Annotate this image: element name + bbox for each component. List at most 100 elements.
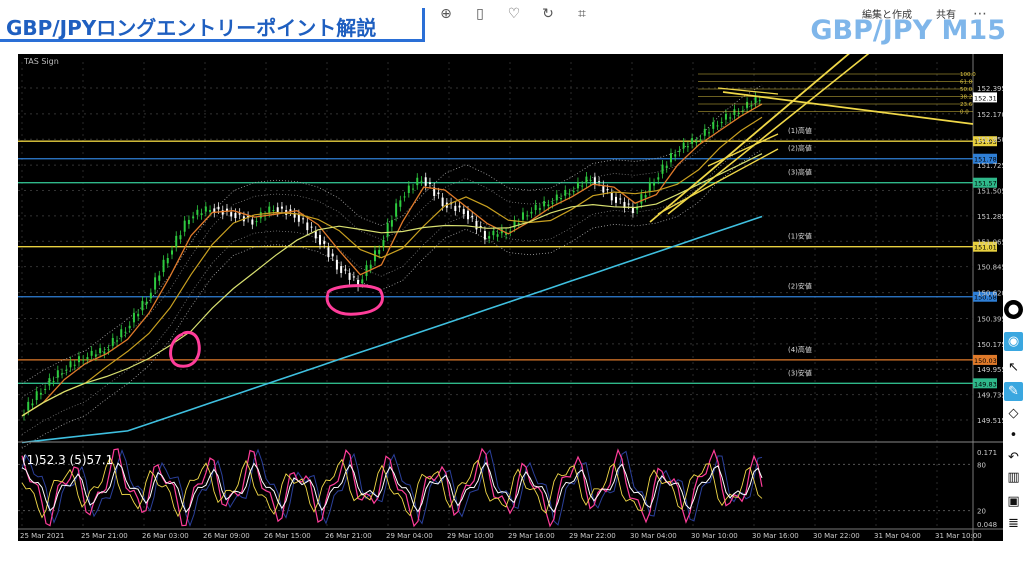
edit-label[interactable]: 編集と作成 xyxy=(862,6,912,21)
candle-body xyxy=(162,259,165,273)
x-tick-label: 29 Mar 04:00 xyxy=(386,532,433,540)
level-name: (1)安値 xyxy=(788,232,812,241)
candle-body xyxy=(77,356,80,363)
candle-body xyxy=(204,206,207,212)
candle-body xyxy=(268,206,271,213)
indicator-label: TAS Sign xyxy=(23,57,59,66)
candle-body xyxy=(589,180,592,182)
candle-body xyxy=(564,189,567,196)
dot-icon[interactable]: • xyxy=(1004,426,1023,445)
candle-body xyxy=(124,331,127,333)
candle-body xyxy=(691,138,694,144)
y-tick-label: 152.170 xyxy=(977,111,1003,119)
candle-body xyxy=(234,213,237,219)
candle-body xyxy=(137,313,140,317)
candle-body xyxy=(496,234,499,237)
candle-body xyxy=(746,101,749,108)
bulb-icon[interactable]: ● xyxy=(1004,300,1023,319)
candle-body xyxy=(661,164,664,174)
osc-tick-label: 20 xyxy=(977,508,986,516)
heart-icon[interactable]: ♡ xyxy=(504,4,524,24)
cursor-icon[interactable]: ↖ xyxy=(1004,358,1023,377)
x-tick-label: 25 Mar 2021 xyxy=(20,532,64,540)
eye-icon[interactable]: ◉ xyxy=(1004,332,1023,351)
candle-body xyxy=(183,220,186,232)
candle-body xyxy=(259,212,262,219)
candle-body xyxy=(141,300,144,311)
oscillator-label: (1)52.3 (5)57.1 xyxy=(22,453,113,467)
fib-label: 38.2 xyxy=(960,95,972,101)
candle-body xyxy=(712,121,715,129)
candle-body xyxy=(593,177,596,185)
more-icon[interactable]: ⋯ xyxy=(970,4,990,24)
trash-icon[interactable]: ▯ xyxy=(470,4,490,24)
x-tick-label: 29 Mar 16:00 xyxy=(508,532,555,540)
candle-body xyxy=(86,357,89,360)
y-tick-label: 151.065 xyxy=(977,238,1003,246)
candle-body xyxy=(44,388,47,390)
candle-body xyxy=(610,192,613,201)
notes-icon[interactable]: ≣ xyxy=(1004,514,1023,533)
camera-icon[interactable]: ▣ xyxy=(1004,492,1023,511)
candle-body xyxy=(627,203,630,205)
y-tick-label: 150.175 xyxy=(977,341,1003,349)
candle-body xyxy=(48,378,51,386)
share-label[interactable]: 共有 xyxy=(936,6,956,21)
candle-body xyxy=(378,249,381,254)
candle-body xyxy=(382,240,385,247)
candle-body xyxy=(606,189,609,191)
candle-body xyxy=(352,276,355,278)
fib-label: 23.6 xyxy=(960,102,973,108)
candle-body xyxy=(56,370,59,378)
x-tick-label: 26 Mar 03:00 xyxy=(142,532,189,540)
candle-body xyxy=(488,236,491,239)
candle-body xyxy=(403,196,406,198)
candle-body xyxy=(733,109,736,116)
zoom-icon[interactable]: ⊕ xyxy=(436,4,456,24)
x-tick-label: 29 Mar 22:00 xyxy=(569,532,616,540)
candle-body xyxy=(483,231,486,240)
candle-body xyxy=(272,210,275,212)
chart-svg: 151.933(1)高値151.781(2)高値151.573(3)高値151.… xyxy=(18,54,1003,541)
candle-body xyxy=(598,181,601,183)
pen-icon[interactable]: ✎ xyxy=(1004,382,1023,401)
eraser-icon[interactable]: ◇ xyxy=(1004,404,1023,423)
candle-body xyxy=(716,125,719,127)
rotate-icon[interactable]: ↻ xyxy=(538,4,558,24)
candle-body xyxy=(175,235,178,247)
delete-icon[interactable]: ▥ xyxy=(1004,468,1023,487)
candle-body xyxy=(340,266,343,273)
candle-body xyxy=(640,194,643,204)
x-tick-label: 31 Mar 04:00 xyxy=(874,532,921,540)
candle-body xyxy=(103,351,106,354)
candle-body xyxy=(90,350,93,356)
candle-body xyxy=(665,165,668,169)
candle-body xyxy=(128,325,131,329)
candle-body xyxy=(209,210,212,212)
candle-body xyxy=(534,204,537,211)
candle-body xyxy=(154,277,157,290)
level-price-label: 149.833 xyxy=(974,380,1001,388)
candle-body xyxy=(310,226,313,228)
undo-icon[interactable]: ↶ xyxy=(1004,448,1023,467)
candle-body xyxy=(437,192,440,195)
x-tick-label: 31 Mar 10:00 xyxy=(935,532,982,540)
candle-body xyxy=(686,146,689,148)
osc-tick-label: 80 xyxy=(977,461,986,469)
candle-body xyxy=(390,220,393,227)
candle-body xyxy=(302,218,305,220)
x-tick-label: 25 Mar 21:00 xyxy=(81,532,128,540)
candle-body xyxy=(52,381,55,383)
candle-body xyxy=(475,220,478,230)
candle-body xyxy=(720,121,723,124)
candle-body xyxy=(331,253,334,257)
candle-body xyxy=(674,154,677,157)
candle-body xyxy=(653,183,656,186)
candle-body xyxy=(335,259,338,270)
crop-icon[interactable]: ⌗ xyxy=(572,4,592,24)
x-tick-label: 26 Mar 21:00 xyxy=(325,532,372,540)
candle-body xyxy=(521,212,524,220)
osc-tick-label: 0.171 xyxy=(977,449,997,457)
candle-body xyxy=(111,338,114,346)
x-tick-label: 30 Mar 04:00 xyxy=(630,532,677,540)
